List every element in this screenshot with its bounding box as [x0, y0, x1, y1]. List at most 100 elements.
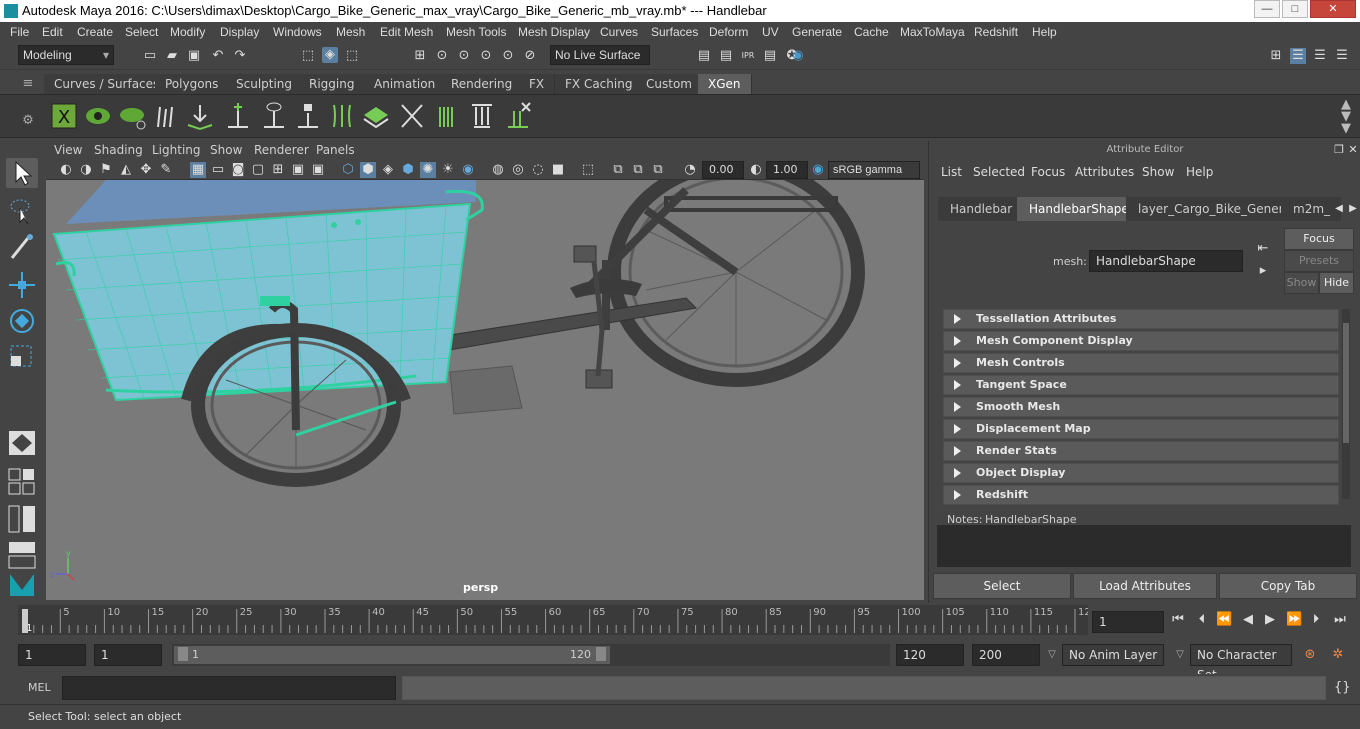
hud-icon[interactable]: ⧉: [650, 162, 666, 178]
two-d-pan-icon[interactable]: ✥: [138, 162, 154, 178]
shelf-options-gear-icon[interactable]: ⚙: [20, 113, 36, 129]
tool-settings-toggle-icon[interactable]: ☰: [1312, 48, 1328, 64]
menu-cache[interactable]: Cache: [854, 22, 889, 42]
channel-box-toggle-icon[interactable]: ☰: [1334, 48, 1350, 64]
menu-maxtomaya[interactable]: MaxToMaya: [900, 22, 965, 42]
menu-display[interactable]: Display: [220, 22, 259, 42]
field-chart-icon[interactable]: ⊞: [270, 162, 286, 178]
shelf-expand-icon[interactable]: ▼: [1338, 121, 1354, 137]
xgen-preview-eye-icon[interactable]: [84, 101, 112, 131]
snap-grid-icon[interactable]: ⊞: [412, 48, 428, 64]
shelf-tab-animation[interactable]: Animation: [364, 74, 447, 94]
playback-end-field[interactable]: 120: [896, 644, 964, 666]
snap-point-icon[interactable]: ⊙: [456, 48, 472, 64]
ae-menu-help[interactable]: Help: [1186, 165, 1213, 179]
isolate-select-icon[interactable]: ■: [550, 162, 566, 178]
go-to-end-icon[interactable]: ⏭: [1332, 612, 1348, 628]
wireframe-on-shaded-icon[interactable]: ◈: [380, 162, 396, 178]
menu-select[interactable]: Select: [125, 22, 158, 42]
xgen-layer-icon[interactable]: [362, 101, 390, 131]
xgen-rebuild-icon[interactable]: [468, 101, 496, 131]
hide-button[interactable]: Hide: [1319, 272, 1354, 294]
focus-button[interactable]: Focus: [1284, 228, 1354, 250]
ae-menu-attributes[interactable]: Attributes: [1075, 165, 1134, 179]
range-slider-track[interactable]: 1 120: [172, 644, 890, 666]
safe-action-icon[interactable]: ▣: [290, 162, 306, 178]
grease-pencil-icon[interactable]: ✎: [158, 162, 174, 178]
ipr-render-icon[interactable]: ▤: [718, 48, 734, 64]
rotate-tool-icon[interactable]: [6, 306, 38, 336]
close-button[interactable]: ✕: [1310, 0, 1356, 18]
menu-uv[interactable]: UV: [762, 22, 779, 42]
go-to-start-icon[interactable]: ⏮: [1170, 612, 1186, 628]
menu-file[interactable]: File: [10, 22, 29, 42]
minimize-button[interactable]: —: [1254, 0, 1280, 18]
render-view-icon[interactable]: ◉: [790, 48, 806, 64]
camera-attributes-icon[interactable]: ◑: [78, 162, 94, 178]
xgen-grooming-icon[interactable]: [434, 101, 462, 131]
script-editor-icon[interactable]: {}: [1334, 680, 1351, 696]
lasso-tool-icon[interactable]: [6, 196, 38, 226]
current-time-marker[interactable]: [22, 609, 28, 633]
step-forward-frame-icon[interactable]: ⏵: [1308, 612, 1324, 628]
section-tessellation-attributes[interactable]: Tessellation Attributes: [943, 309, 1339, 329]
show-button[interactable]: Show: [1284, 272, 1319, 294]
menu-deform[interactable]: Deform: [709, 22, 748, 42]
redo-icon[interactable]: ↷: [232, 48, 248, 64]
anim-layer-dropdown[interactable]: No Anim Layer: [1062, 644, 1164, 666]
resolution-gate-icon[interactable]: ◙: [230, 162, 246, 178]
ae-scrollbar-thumb[interactable]: [1343, 323, 1349, 443]
shadows-icon[interactable]: ☀: [440, 162, 456, 178]
gate-mask-icon[interactable]: ▢: [250, 162, 266, 178]
shelf-tab-fx-caching[interactable]: FX Caching: [555, 74, 644, 94]
section-mesh-component-display[interactable]: Mesh Component Display: [943, 331, 1339, 351]
make-live-icon[interactable]: ⊘: [522, 48, 538, 64]
menu-mesh[interactable]: Mesh: [336, 22, 365, 42]
range-slider-bar[interactable]: 1 120: [174, 646, 610, 664]
bookmark-icon[interactable]: ⚑: [98, 162, 114, 178]
color-management-icon[interactable]: ◉: [810, 162, 826, 178]
shelf-tab-rigging[interactable]: Rigging: [299, 74, 366, 94]
menu-windows[interactable]: Windows: [273, 22, 322, 42]
use-all-lights-icon[interactable]: ✺: [420, 162, 436, 178]
xgen-editor-icon[interactable]: X: [50, 101, 78, 131]
range-end-handle[interactable]: [596, 647, 606, 661]
xgen-hide-leaf-icon[interactable]: [118, 101, 146, 131]
ipr-icon[interactable]: IPR: [740, 48, 756, 64]
section-object-display[interactable]: Object Display: [943, 463, 1339, 483]
xgen-lock-guide-icon[interactable]: [294, 101, 322, 131]
select-by-component-icon[interactable]: ⬚: [344, 48, 360, 64]
depth-of-field-icon[interactable]: ◌: [530, 162, 546, 178]
undo-icon[interactable]: ↶: [210, 48, 226, 64]
vp-menu-view[interactable]: View: [54, 141, 82, 160]
ambient-occlusion-icon[interactable]: ◉: [460, 162, 476, 178]
section-mesh-controls[interactable]: Mesh Controls: [943, 353, 1339, 373]
perspective-viewport[interactable]: y z persp: [46, 180, 924, 600]
safe-title-icon[interactable]: ▣: [310, 162, 326, 178]
ae-tab-handlebarshape[interactable]: HandlebarShape: [1017, 197, 1141, 221]
xray-icon[interactable]: ⬚: [580, 162, 596, 178]
paint-select-tool-icon[interactable]: [6, 232, 38, 262]
load-attributes-button[interactable]: Load Attributes: [1073, 573, 1217, 599]
section-displacement-map[interactable]: Displacement Map: [943, 419, 1339, 439]
scene-start-field[interactable]: 1: [18, 644, 86, 666]
mesh-name-field[interactable]: HandlebarShape: [1089, 250, 1243, 272]
graph-layout-icon[interactable]: [6, 540, 38, 570]
open-scene-icon[interactable]: ▰: [164, 48, 180, 64]
ae-menu-selected[interactable]: Selected: [973, 165, 1025, 179]
vp-menu-renderer[interactable]: Renderer: [254, 141, 309, 160]
snap-curve-icon[interactable]: ⊙: [434, 48, 450, 64]
xgen-view-guide-icon[interactable]: [260, 101, 288, 131]
current-frame-field[interactable]: 1: [1092, 611, 1164, 633]
menu-redshift[interactable]: Redshift: [974, 22, 1018, 42]
save-scene-icon[interactable]: ▣: [186, 48, 202, 64]
range-start-handle[interactable]: [178, 647, 188, 661]
xray-components-icon[interactable]: ⧉: [630, 162, 646, 178]
outliner-layout-icon[interactable]: [6, 504, 38, 534]
step-back-frame-icon[interactable]: ⏴: [1194, 612, 1210, 628]
menu-edit[interactable]: Edit: [42, 22, 63, 42]
attribute-editor-toggle-icon[interactable]: ☰: [1290, 48, 1306, 64]
tab-scroll-right-icon[interactable]: ▶: [1345, 201, 1360, 217]
vp-menu-shading[interactable]: Shading: [94, 141, 143, 160]
live-surface-field[interactable]: No Live Surface: [550, 45, 650, 65]
